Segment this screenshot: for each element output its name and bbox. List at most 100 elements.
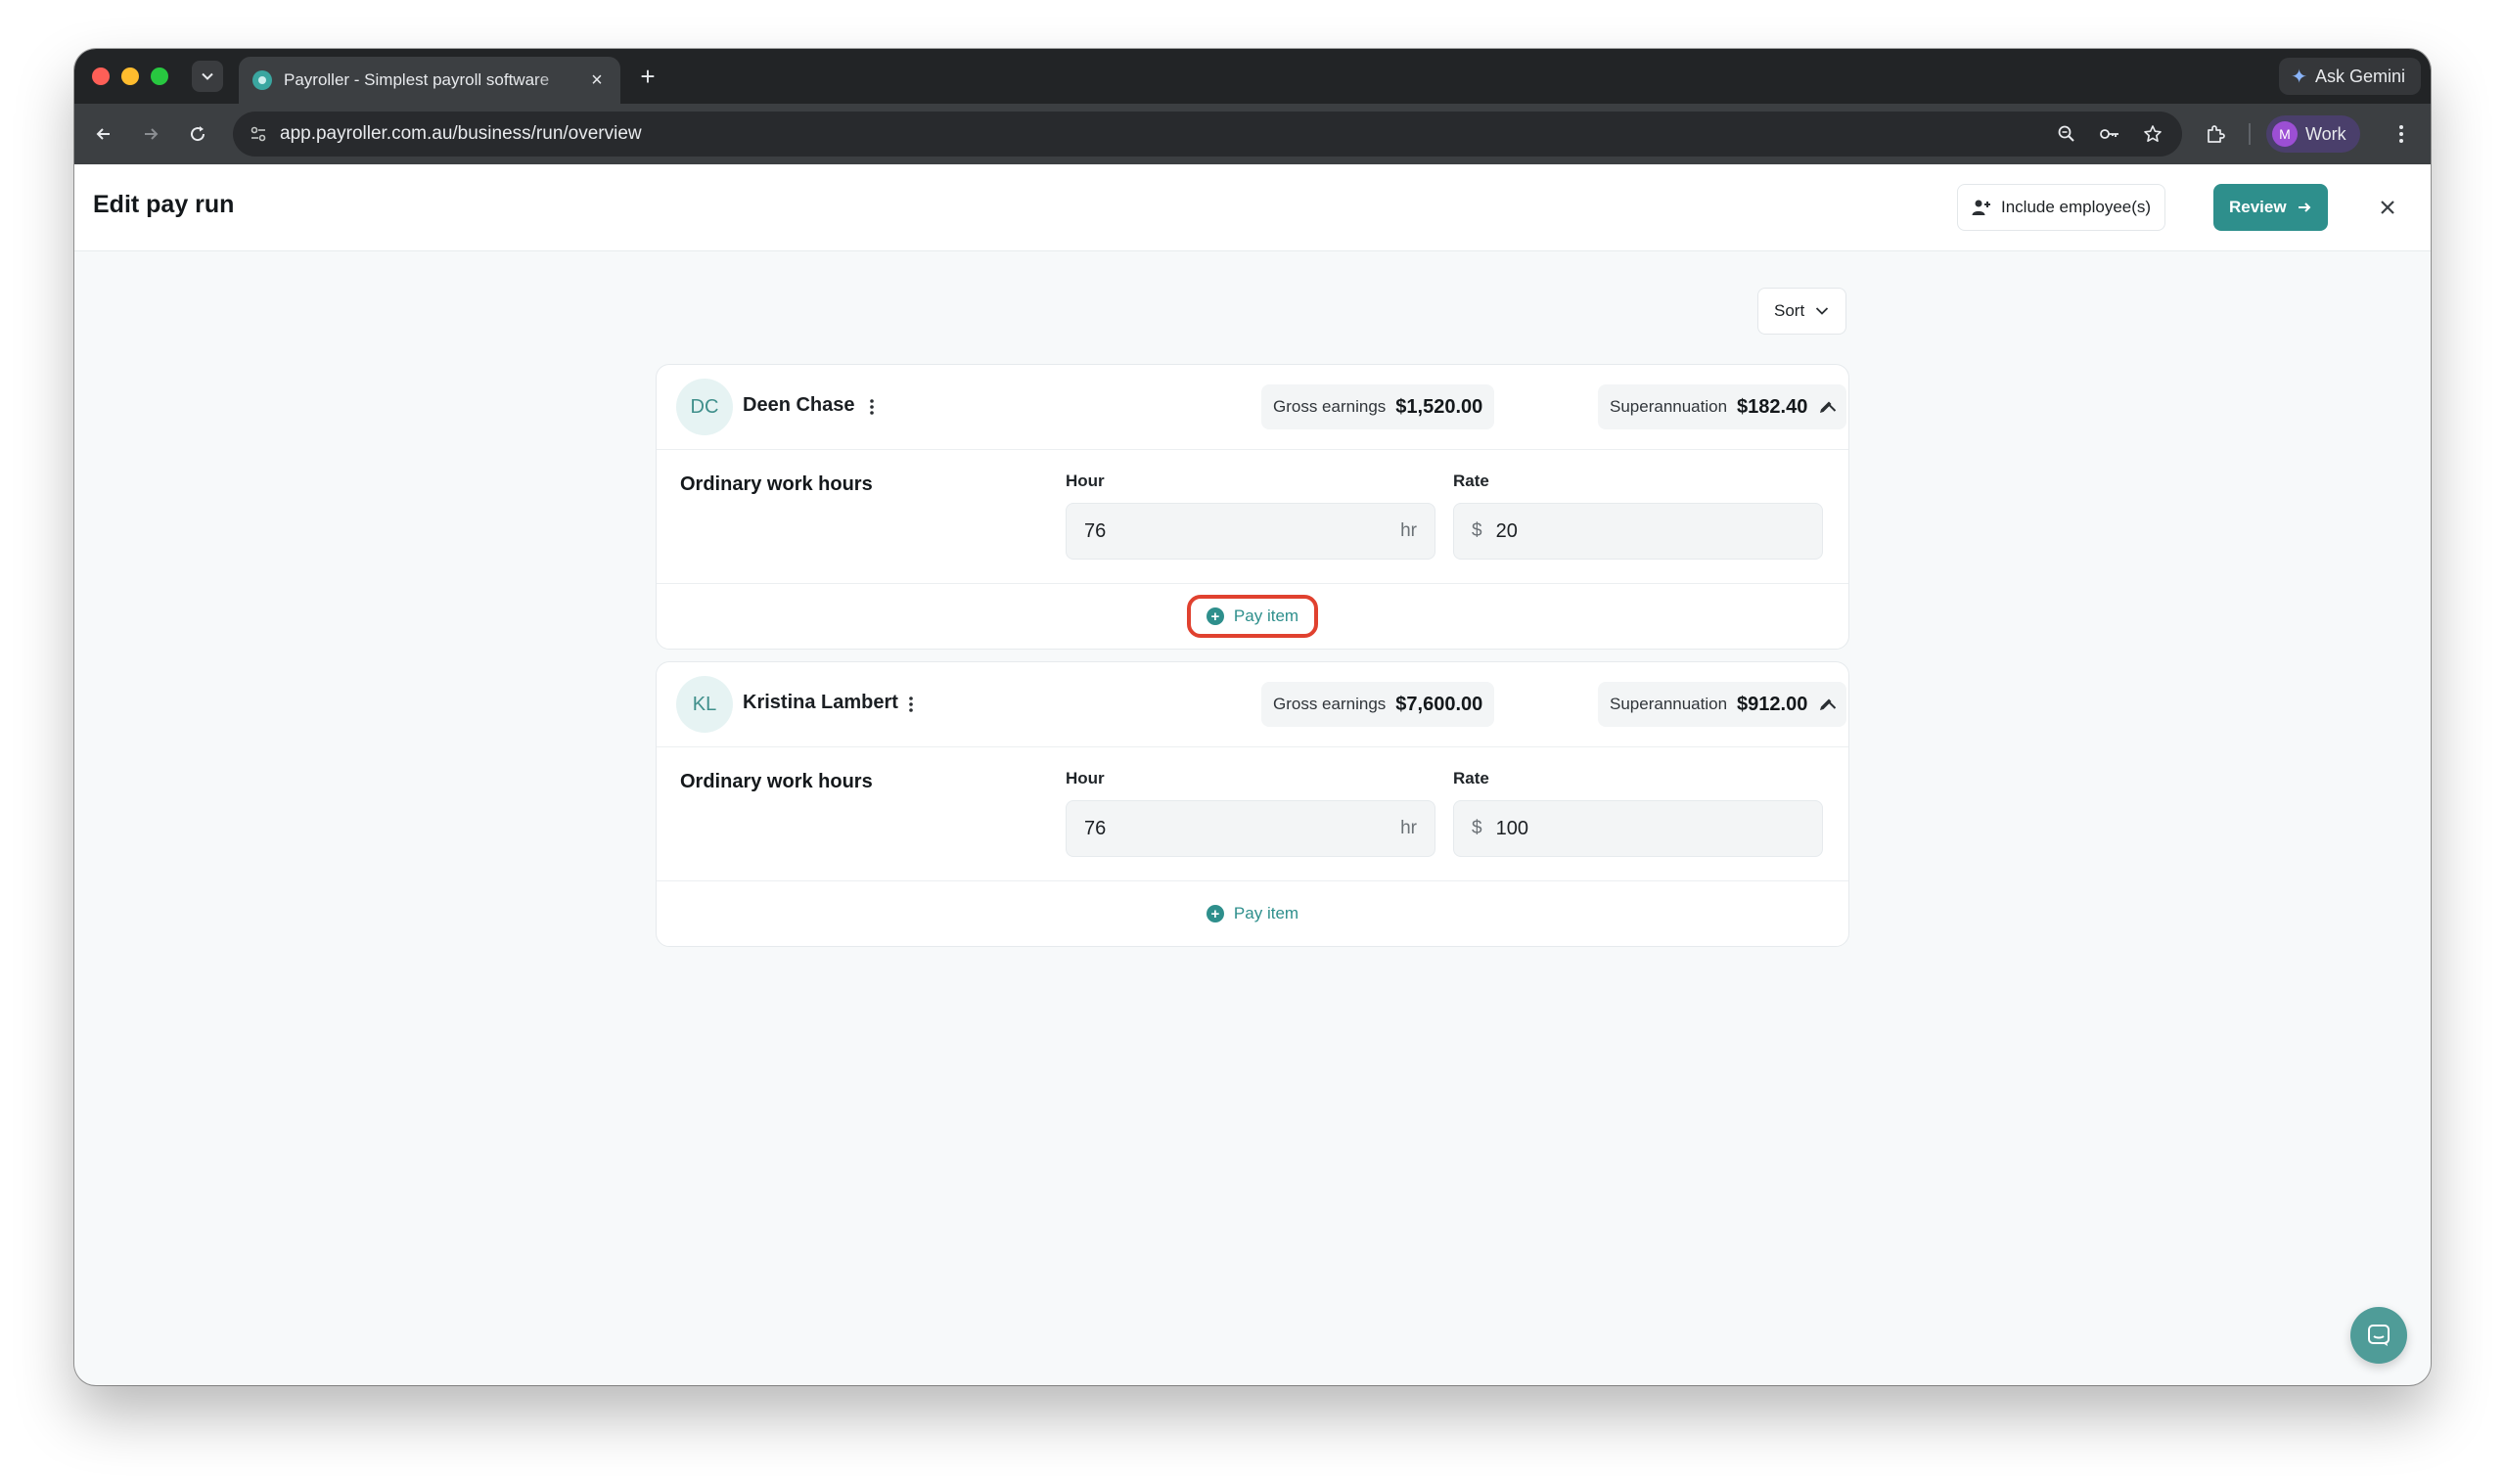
arrow-left-icon bbox=[96, 128, 110, 140]
include-employees-button[interactable]: Include employee(s) bbox=[1957, 184, 2166, 231]
rate-input[interactable]: $ 20 bbox=[1453, 503, 1823, 560]
rate-value: 100 bbox=[1495, 817, 1528, 839]
browser-toolbar: app.payroller.com.au/business/run/overvi… bbox=[74, 104, 2431, 164]
ask-gemini-label: Ask Gemini bbox=[2314, 66, 2405, 86]
pay-item-label: Ordinary work hours bbox=[680, 473, 873, 495]
hour-value: 76 bbox=[1084, 817, 1107, 839]
arrow-right-icon bbox=[2298, 202, 2311, 212]
collapse-button[interactable] bbox=[1815, 692, 1843, 719]
close-button[interactable] bbox=[2370, 190, 2405, 225]
collapse-button[interactable] bbox=[1815, 394, 1843, 422]
plus-circle-icon: + bbox=[1206, 607, 1224, 625]
pay-item-label: Ordinary work hours bbox=[680, 771, 873, 792]
site-settings-icon[interactable] bbox=[245, 120, 272, 148]
tab-title: Payroller - Simplest payroll software bbox=[284, 70, 550, 89]
user-add-icon bbox=[1972, 200, 1990, 215]
browser-tab[interactable]: Payroller - Simplest payroll software × bbox=[239, 57, 620, 104]
app-header: Edit pay run Include employee(s) Review bbox=[74, 164, 2431, 251]
plus-circle-icon: + bbox=[1206, 905, 1224, 922]
tab-close-icon[interactable]: × bbox=[587, 69, 607, 92]
arrow-right-icon bbox=[145, 128, 159, 140]
card-footer: + Pay item bbox=[657, 881, 1848, 946]
add-pay-item-label: Pay item bbox=[1233, 607, 1299, 625]
profile-label: Work bbox=[2305, 123, 2346, 144]
superannuation-label: Superannuation bbox=[1610, 695, 1728, 713]
reload-icon bbox=[191, 126, 205, 142]
tab-search-button[interactable] bbox=[192, 61, 223, 92]
chevron-down-icon bbox=[202, 72, 213, 80]
profile-button[interactable]: M Work bbox=[2266, 115, 2360, 153]
gross-earnings-value: $7,600.00 bbox=[1395, 693, 1483, 715]
maximize-window-button[interactable] bbox=[151, 67, 168, 85]
sort-button[interactable]: Sort bbox=[1757, 288, 1847, 335]
back-button[interactable] bbox=[88, 118, 119, 150]
zoom-icon[interactable] bbox=[2049, 116, 2084, 152]
profile-avatar: M bbox=[2272, 121, 2298, 147]
add-pay-item-button[interactable]: + Pay item bbox=[1186, 595, 1319, 638]
chat-launcher-button[interactable] bbox=[2350, 1307, 2407, 1364]
browser-window: Payroller - Simplest payroll software × … bbox=[74, 49, 2431, 1385]
employee-menu-kebab-icon[interactable] bbox=[862, 392, 882, 422]
gross-earnings-pill: Gross earnings $1,520.00 bbox=[1261, 384, 1495, 429]
employee-name: Deen Chase bbox=[743, 394, 855, 416]
browser-menu-kebab-icon[interactable] bbox=[2386, 118, 2417, 150]
reload-button[interactable] bbox=[182, 118, 213, 150]
employee-card: DC Deen Chase Gross earnings $1,520.00 S… bbox=[656, 364, 1849, 650]
key-icon[interactable] bbox=[2092, 116, 2127, 152]
hour-label: Hour bbox=[1066, 472, 1105, 490]
gross-earnings-pill: Gross earnings $7,600.00 bbox=[1261, 682, 1495, 727]
payroller-favicon-icon bbox=[252, 70, 272, 90]
toolbar-divider bbox=[2249, 123, 2251, 145]
hour-suffix: hr bbox=[1400, 520, 1417, 541]
employee-name: Kristina Lambert bbox=[743, 692, 898, 713]
avatar: KL bbox=[676, 676, 733, 733]
pay-item-row: Ordinary work hours Hour 76 hr Rate $ 10… bbox=[657, 747, 1848, 881]
review-label: Review bbox=[2229, 198, 2287, 216]
hour-input[interactable]: 76 hr bbox=[1066, 800, 1435, 857]
superannuation-value: $912.00 bbox=[1737, 693, 1808, 715]
star-icon[interactable] bbox=[2135, 116, 2170, 152]
superannuation-pill: Superannuation $182.40 bbox=[1598, 384, 1847, 429]
hour-value: 76 bbox=[1084, 519, 1107, 542]
rate-prefix: $ bbox=[1472, 520, 1482, 541]
sort-label: Sort bbox=[1774, 301, 1805, 320]
page-title: Edit pay run bbox=[93, 191, 235, 218]
card-footer: + Pay item bbox=[657, 584, 1848, 649]
employee-card-header: DC Deen Chase Gross earnings $1,520.00 S… bbox=[657, 365, 1848, 450]
review-button[interactable]: Review bbox=[2213, 184, 2328, 231]
address-bar[interactable]: app.payroller.com.au/business/run/overvi… bbox=[233, 112, 2182, 157]
employee-card-header: KL Kristina Lambert Gross earnings $7,60… bbox=[657, 662, 1848, 747]
rate-input[interactable]: $ 100 bbox=[1453, 800, 1823, 857]
add-pay-item-button[interactable]: + Pay item bbox=[1191, 896, 1314, 931]
employee-card: KL Kristina Lambert Gross earnings $7,60… bbox=[656, 661, 1849, 947]
pay-item-row: Ordinary work hours Hour 76 hr Rate $ 20 bbox=[657, 450, 1848, 584]
hour-suffix: hr bbox=[1400, 818, 1417, 838]
employee-menu-kebab-icon[interactable] bbox=[901, 690, 921, 719]
forward-button[interactable] bbox=[135, 118, 166, 150]
superannuation-label: Superannuation bbox=[1610, 397, 1728, 416]
superannuation-pill: Superannuation $912.00 bbox=[1598, 682, 1847, 727]
ask-gemini-button[interactable]: ✦ Ask Gemini bbox=[2279, 58, 2421, 95]
gross-earnings-label: Gross earnings bbox=[1273, 695, 1387, 713]
url-text: app.payroller.com.au/business/run/overvi… bbox=[280, 123, 642, 144]
rate-label: Rate bbox=[1453, 472, 1489, 490]
chevron-down-icon bbox=[1816, 307, 1829, 315]
extensions-icon[interactable] bbox=[2200, 118, 2231, 150]
rate-label: Rate bbox=[1453, 769, 1489, 787]
chevron-up-icon bbox=[1821, 403, 1837, 412]
hour-label: Hour bbox=[1066, 769, 1105, 787]
rate-prefix: $ bbox=[1472, 818, 1482, 838]
chat-icon bbox=[2368, 1325, 2390, 1346]
add-pay-item-label: Pay item bbox=[1233, 904, 1299, 922]
close-icon bbox=[2381, 201, 2394, 214]
superannuation-value: $182.40 bbox=[1737, 395, 1808, 418]
gross-earnings-label: Gross earnings bbox=[1273, 397, 1387, 416]
close-window-button[interactable] bbox=[92, 67, 110, 85]
gross-earnings-value: $1,520.00 bbox=[1395, 395, 1483, 418]
avatar: DC bbox=[676, 379, 733, 435]
gemini-sparkle-icon: ✦ bbox=[2291, 66, 2307, 88]
hour-input[interactable]: 76 hr bbox=[1066, 503, 1435, 560]
rate-value: 20 bbox=[1495, 519, 1518, 542]
new-tab-button[interactable]: + bbox=[632, 61, 663, 92]
minimize-window-button[interactable] bbox=[121, 67, 139, 85]
